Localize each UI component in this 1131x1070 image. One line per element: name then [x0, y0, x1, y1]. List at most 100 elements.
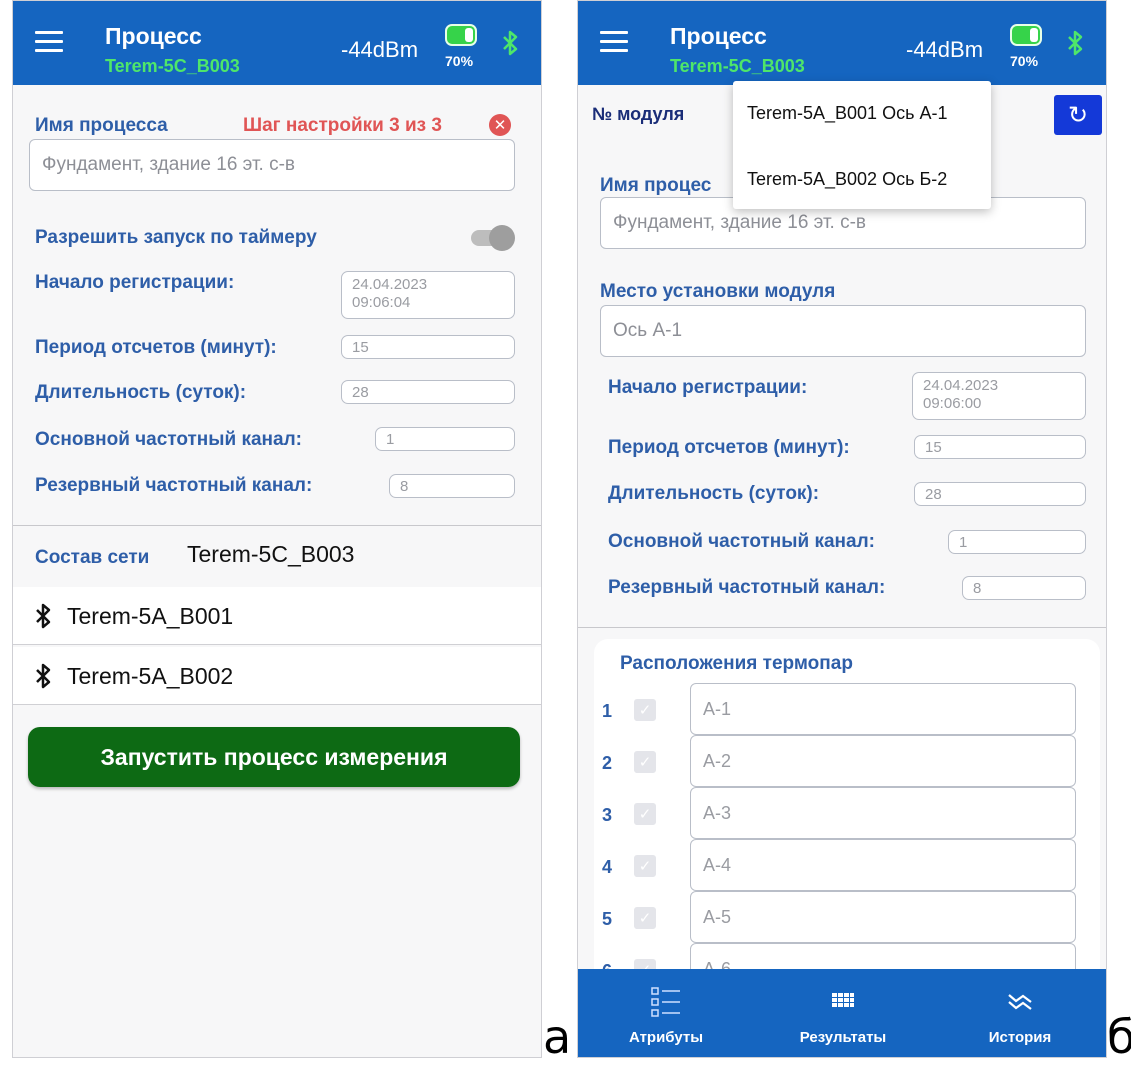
start-label: Начало регистрации:	[35, 272, 235, 293]
period-input[interactable]: 15	[914, 435, 1086, 459]
duration-label: Длительность (суток):	[608, 483, 820, 504]
thermocouple-checkbox[interactable]: ✓	[634, 751, 656, 773]
device-name: Terem-5A_B002	[67, 663, 234, 689]
thermocouple-checkbox[interactable]: ✓	[634, 855, 656, 877]
reserve-channel-label: Резервный частотный канал:	[608, 577, 886, 598]
start-datetime-input[interactable]: 24.04.2023 09:06:04	[341, 271, 515, 319]
reserve-channel-label: Резервный частотный канал:	[35, 475, 313, 496]
thermocouple-input[interactable]: А-3	[690, 787, 1076, 839]
thermocouple-row: 5 ✓ А-5	[578, 891, 1106, 943]
nav-label: Атрибуты	[628, 1029, 704, 1046]
process-name-label: Имя процес	[600, 175, 712, 196]
battery-level: 70%	[1010, 53, 1039, 69]
module-dropdown: Terem-5A_B001 Ось А-1 Terem-5A_B002 Ось …	[733, 81, 991, 209]
setup-step-status: Шаг настройки 3 из 3	[243, 115, 442, 136]
list-icon	[651, 987, 680, 1017]
thermocouple-number: 1	[602, 701, 613, 721]
period-label: Период отсчетов (минут):	[608, 437, 850, 458]
thermocouple-number: 5	[602, 909, 613, 929]
app-bar: Процесс Terem-5C_B003 -44dBm 70%	[578, 1, 1106, 85]
period-input[interactable]: 15	[341, 335, 515, 359]
error-close-icon[interactable]: ✕	[489, 114, 511, 136]
caption-b: б	[1107, 1010, 1131, 1064]
grid-icon	[832, 993, 854, 1007]
main-channel-input[interactable]: 1	[375, 427, 515, 451]
start-time: 09:06:04	[352, 294, 411, 311]
duration-input[interactable]: 28	[914, 482, 1086, 506]
install-place-input[interactable]: Ось А-1	[600, 305, 1086, 357]
bluetooth-icon[interactable]	[1067, 30, 1083, 56]
thermocouple-checkbox[interactable]: ✓	[634, 803, 656, 825]
duration-label: Длительность (суток):	[35, 382, 247, 403]
dropdown-option[interactable]: Terem-5A_B002 Ось Б-2	[747, 169, 947, 190]
thermocouple-input[interactable]: А-4	[690, 839, 1076, 891]
bluetooth-icon	[36, 603, 51, 629]
start-label: Начало регистрации:	[608, 377, 808, 398]
reserve-channel-input[interactable]: 8	[962, 576, 1086, 600]
network-name: Terem-5C_B003	[187, 541, 355, 567]
nav-label: История	[988, 1029, 1052, 1046]
divider	[13, 525, 541, 526]
battery-icon	[1010, 24, 1042, 46]
signal-strength: -44dBm	[341, 37, 419, 62]
start-time: 09:06:00	[923, 395, 982, 412]
thermocouple-row: 2 ✓ А-2	[578, 735, 1106, 787]
trend-icon	[1008, 994, 1032, 1010]
menu-icon[interactable]	[35, 31, 63, 53]
timer-toggle-label: Разрешить запуск по таймеру	[35, 227, 317, 248]
duration-input[interactable]: 28	[341, 380, 515, 404]
thermocouple-number: 4	[602, 857, 613, 877]
thermocouple-number: 3	[602, 805, 613, 825]
bottom-nav: Атрибуты Результаты История	[578, 969, 1106, 1057]
main-channel-label: Основной частотный канал:	[608, 531, 875, 552]
bluetooth-icon[interactable]	[502, 30, 518, 56]
divider	[578, 627, 1106, 628]
app-subtitle: Terem-5C_B003	[670, 56, 805, 76]
start-date: 24.04.2023	[923, 377, 999, 394]
signal-strength: -44dBm	[906, 37, 984, 62]
device-name: Terem-5A_B001	[67, 603, 234, 629]
menu-icon[interactable]	[600, 31, 628, 53]
main-channel-input[interactable]: 1	[948, 530, 1086, 554]
network-device-item[interactable]: Terem-5A_B001	[13, 587, 541, 645]
run-measurement-button[interactable]: Запустить процесс измерения	[28, 727, 520, 787]
thermocouple-number: 2	[602, 753, 613, 773]
thermocouple-checkbox[interactable]: ✓	[634, 699, 656, 721]
reserve-channel-input[interactable]: 8	[389, 474, 515, 498]
nav-results[interactable]: Результаты	[754, 969, 932, 1057]
app-bar: Процесс Terem-5C_B003 -44dBm 70%	[13, 1, 541, 85]
thermocouple-row: 4 ✓ А-4	[578, 839, 1106, 891]
nav-history[interactable]: История	[932, 969, 1106, 1057]
process-name-label: Имя процесса	[35, 115, 168, 136]
app-title: Процесс	[105, 23, 202, 49]
module-number-label: № модуля	[592, 104, 685, 124]
battery-level: 70%	[445, 53, 474, 69]
app-title: Процесс	[670, 23, 767, 49]
thermocouple-row: 3 ✓ А-3	[578, 787, 1106, 839]
dropdown-option[interactable]: Terem-5A_B001 Ось А-1	[747, 103, 947, 124]
main-channel-label: Основной частотный канал:	[35, 429, 302, 450]
thermocouple-input[interactable]: А-2	[690, 735, 1076, 787]
app-subtitle: Terem-5C_B003	[105, 56, 240, 76]
install-place-label: Место установки модуля	[600, 281, 836, 302]
thermocouple-title: Расположения термопар	[620, 653, 853, 674]
bluetooth-icon	[36, 663, 51, 689]
thermocouple-input[interactable]: А-1	[690, 683, 1076, 735]
start-datetime-input[interactable]: 24.04.2023 09:06:00	[912, 372, 1086, 420]
nav-label: Результаты	[799, 1029, 887, 1046]
thermocouple-input[interactable]: А-5	[690, 891, 1076, 943]
network-device-item[interactable]: Terem-5A_B002	[13, 647, 541, 705]
start-date: 24.04.2023	[352, 276, 428, 293]
process-name-input[interactable]: Фундамент, здание 16 эт. с-в	[29, 139, 515, 191]
network-label: Состав сети	[35, 547, 150, 568]
period-label: Период отсчетов (минут):	[35, 337, 277, 358]
thermocouple-row: 1 ✓ А-1	[578, 683, 1106, 735]
refresh-button[interactable]: ↻	[1054, 95, 1102, 135]
thermocouple-checkbox[interactable]: ✓	[634, 907, 656, 929]
battery-icon	[445, 24, 477, 46]
timer-toggle[interactable]	[469, 223, 515, 251]
screen-b: Процесс Terem-5C_B003 -44dBm 70% № модул…	[577, 0, 1107, 1058]
nav-attributes[interactable]: Атрибуты	[578, 969, 754, 1057]
refresh-icon: ↻	[1067, 101, 1089, 129]
screen-a: Процесс Terem-5C_B003 -44dBm 70% Имя про…	[12, 0, 542, 1058]
